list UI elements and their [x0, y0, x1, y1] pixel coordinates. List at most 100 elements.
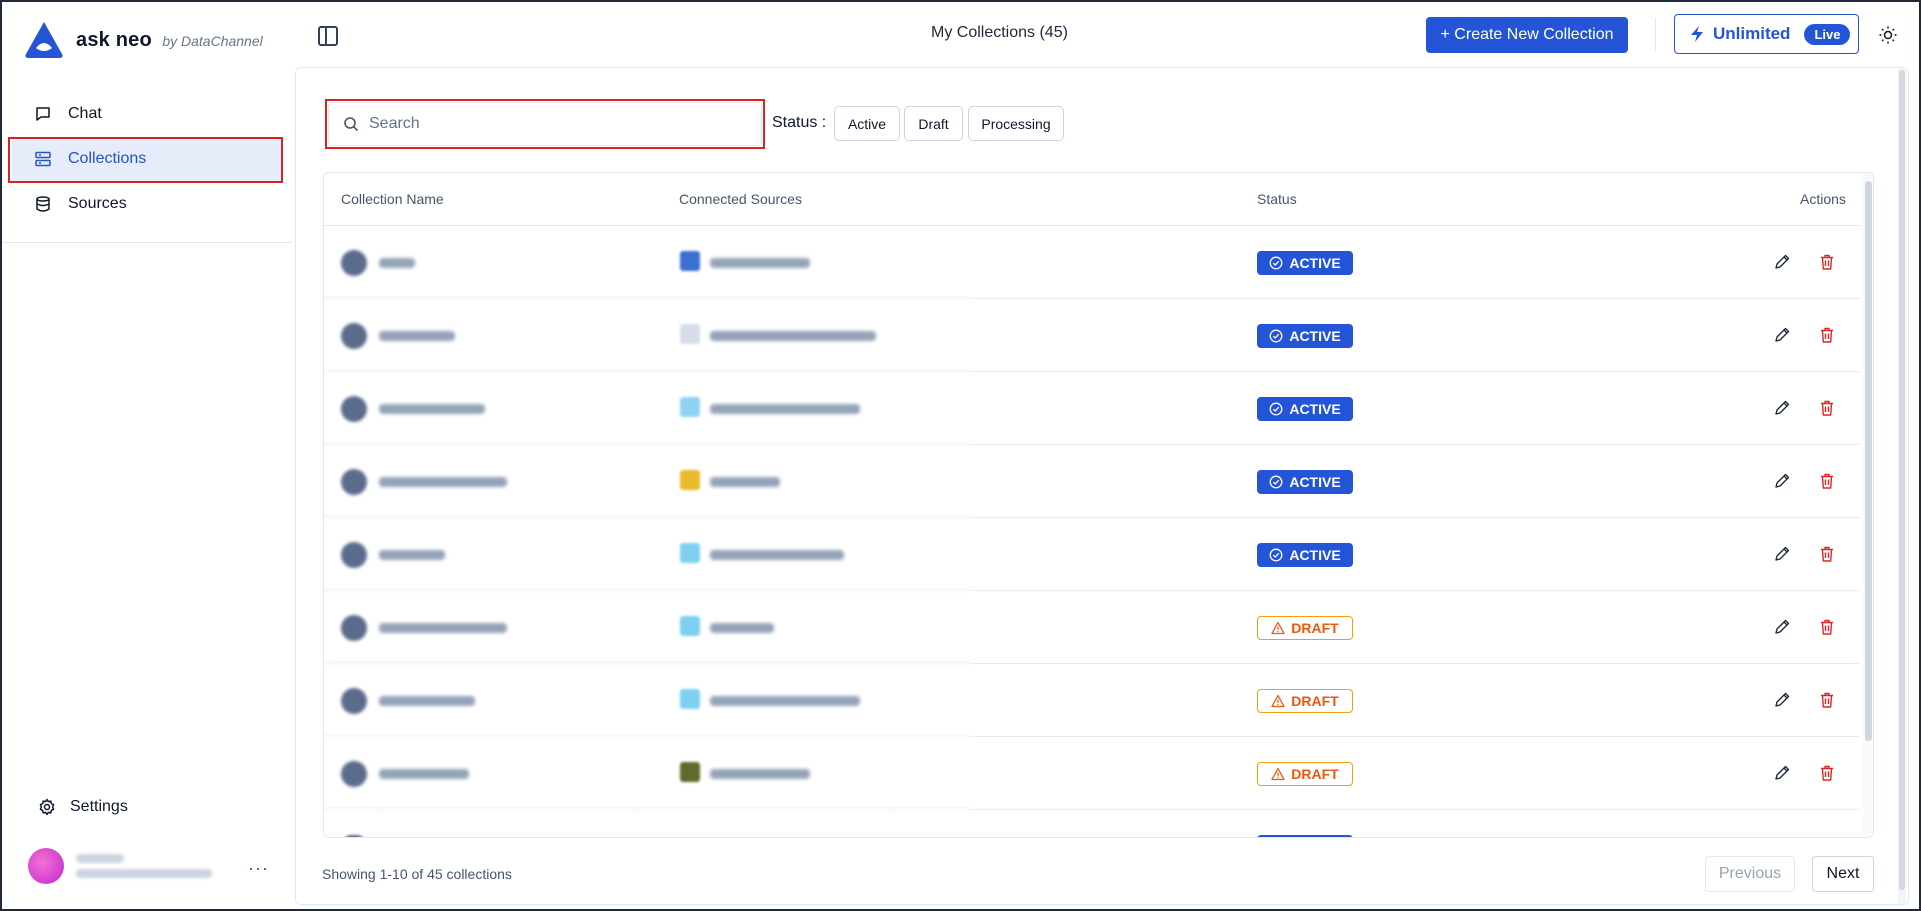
collection-icon — [341, 323, 367, 349]
source-name-redacted — [710, 258, 810, 268]
table-row[interactable]: ACTIVE — [324, 518, 1860, 594]
status-filter-label: Status : — [772, 114, 827, 131]
ask-neo-logo-icon — [25, 22, 63, 58]
table-row[interactable]: DRAFT — [324, 591, 1860, 667]
table-row[interactable]: ACTIVE — [324, 372, 1860, 448]
collection-icon — [341, 250, 367, 276]
edit-pencil-icon[interactable] — [1773, 691, 1791, 709]
status-badge-label: ACTIVE — [1289, 547, 1341, 563]
check-circle-icon — [1269, 548, 1283, 562]
warning-icon — [1271, 767, 1285, 781]
collection-icon — [341, 615, 367, 641]
source-icon — [680, 251, 700, 271]
delete-trash-icon[interactable] — [1818, 691, 1836, 709]
pagination-summary: Showing 1-10 of 45 collections — [322, 866, 512, 882]
source-name-redacted — [710, 623, 774, 633]
collection-name-redacted[interactable] — [379, 477, 507, 487]
live-badge: Live — [1804, 23, 1851, 45]
status-badge-label: ACTIVE — [1289, 474, 1341, 490]
sidebar-item-collections[interactable]: Collections — [12, 137, 282, 181]
status-chip-draft[interactable]: Draft — [904, 106, 963, 141]
status-badge-label: ACTIVE — [1289, 328, 1341, 344]
edit-pencil-icon[interactable] — [1773, 326, 1791, 344]
edit-pencil-icon[interactable] — [1773, 545, 1791, 563]
status-badge: ACTIVE — [1257, 470, 1353, 494]
plan-badge-button[interactable]: Unlimited Live — [1674, 14, 1859, 54]
next-page-button[interactable]: Next — [1812, 856, 1874, 892]
brand-name: ask neo — [76, 28, 152, 51]
table-row[interactable]: DRAFT — [324, 664, 1860, 740]
edit-pencil-icon[interactable] — [1773, 253, 1791, 271]
collections-table: Collection Name Connected Sources Status… — [323, 172, 1874, 838]
delete-trash-icon[interactable] — [1818, 399, 1836, 417]
source-name-redacted — [710, 769, 810, 779]
status-badge: DRAFT — [1257, 616, 1353, 640]
sidebar-item-sources[interactable]: Sources — [2, 182, 292, 226]
delete-trash-icon[interactable] — [1818, 618, 1836, 636]
table-row[interactable]: DRAFT — [324, 737, 1860, 813]
search-field[interactable] — [328, 102, 762, 146]
table-row[interactable]: ACTIVE — [324, 299, 1860, 375]
check-circle-icon — [1269, 329, 1283, 343]
collection-name-redacted[interactable] — [379, 550, 445, 560]
delete-trash-icon[interactable] — [1818, 472, 1836, 490]
brand[interactable]: ask neo by DataChannel — [22, 18, 263, 62]
sun-icon[interactable] — [1878, 25, 1898, 45]
status-badge-label: ACTIVE — [1289, 255, 1341, 271]
status-chip-processing[interactable]: Processing — [968, 106, 1064, 141]
page-title: My Collections (45) — [931, 24, 1068, 41]
delete-trash-icon[interactable] — [1818, 253, 1836, 271]
column-header-actions: Actions — [1800, 191, 1846, 207]
sidebar-item-label: Sources — [68, 195, 127, 212]
table-scrollbar-thumb[interactable] — [1865, 181, 1872, 741]
source-name-redacted — [710, 404, 860, 414]
table-row[interactable]: ACTIVE — [324, 226, 1860, 302]
delete-trash-icon[interactable] — [1818, 764, 1836, 782]
sidebar-item-chat[interactable]: Chat — [2, 92, 292, 136]
warning-icon — [1271, 694, 1285, 708]
brand-by-line: by DataChannel — [162, 32, 263, 49]
collection-name-redacted[interactable] — [379, 258, 415, 268]
collection-name-redacted[interactable] — [379, 331, 455, 341]
delete-trash-icon[interactable] — [1818, 545, 1836, 563]
page-scrollbar-thumb[interactable] — [1899, 70, 1905, 890]
user-more-icon[interactable]: ··· — [248, 858, 269, 879]
status-badge: ACTIVE — [1257, 324, 1353, 348]
collection-name-redacted[interactable] — [379, 696, 475, 706]
warning-icon — [1271, 621, 1285, 635]
status-badge-label: DRAFT — [1291, 620, 1339, 636]
status-badge: DRAFT — [1257, 762, 1353, 786]
collection-name-redacted[interactable] — [379, 623, 507, 633]
collection-icon — [341, 688, 367, 714]
status-chip-active[interactable]: Active — [834, 106, 900, 141]
edit-pencil-icon[interactable] — [1773, 764, 1791, 782]
create-collection-button[interactable]: + Create New Collection — [1426, 17, 1628, 53]
collection-icon — [341, 761, 367, 787]
user-details-redacted — [76, 854, 212, 878]
collection-name-redacted[interactable] — [379, 769, 469, 779]
collection-icon — [341, 542, 367, 568]
settings-item[interactable]: Settings — [38, 798, 128, 816]
collapse-sidebar-icon[interactable] — [318, 26, 338, 46]
header-divider — [1655, 18, 1656, 52]
gear-icon — [39, 798, 55, 816]
edit-pencil-icon[interactable] — [1773, 399, 1791, 417]
source-icon — [680, 397, 700, 417]
table-header: Collection Name Connected Sources Status… — [324, 173, 1860, 226]
source-icon — [680, 324, 700, 344]
database-icon — [36, 196, 50, 212]
table-row[interactable]: ACTIVE — [324, 445, 1860, 521]
source-icon — [680, 689, 700, 709]
table-row-partial — [324, 835, 1860, 837]
status-badge-label: DRAFT — [1291, 693, 1339, 709]
delete-trash-icon[interactable] — [1818, 326, 1836, 344]
check-circle-icon — [1269, 256, 1283, 270]
user-profile[interactable] — [28, 848, 212, 884]
search-input[interactable] — [369, 115, 749, 133]
sidebar-nav: Chat Collections Sources — [2, 92, 292, 227]
status-badge: ACTIVE — [1257, 397, 1353, 421]
previous-page-button[interactable]: Previous — [1705, 856, 1795, 892]
collection-name-redacted[interactable] — [379, 404, 485, 414]
edit-pencil-icon[interactable] — [1773, 472, 1791, 490]
edit-pencil-icon[interactable] — [1773, 618, 1791, 636]
